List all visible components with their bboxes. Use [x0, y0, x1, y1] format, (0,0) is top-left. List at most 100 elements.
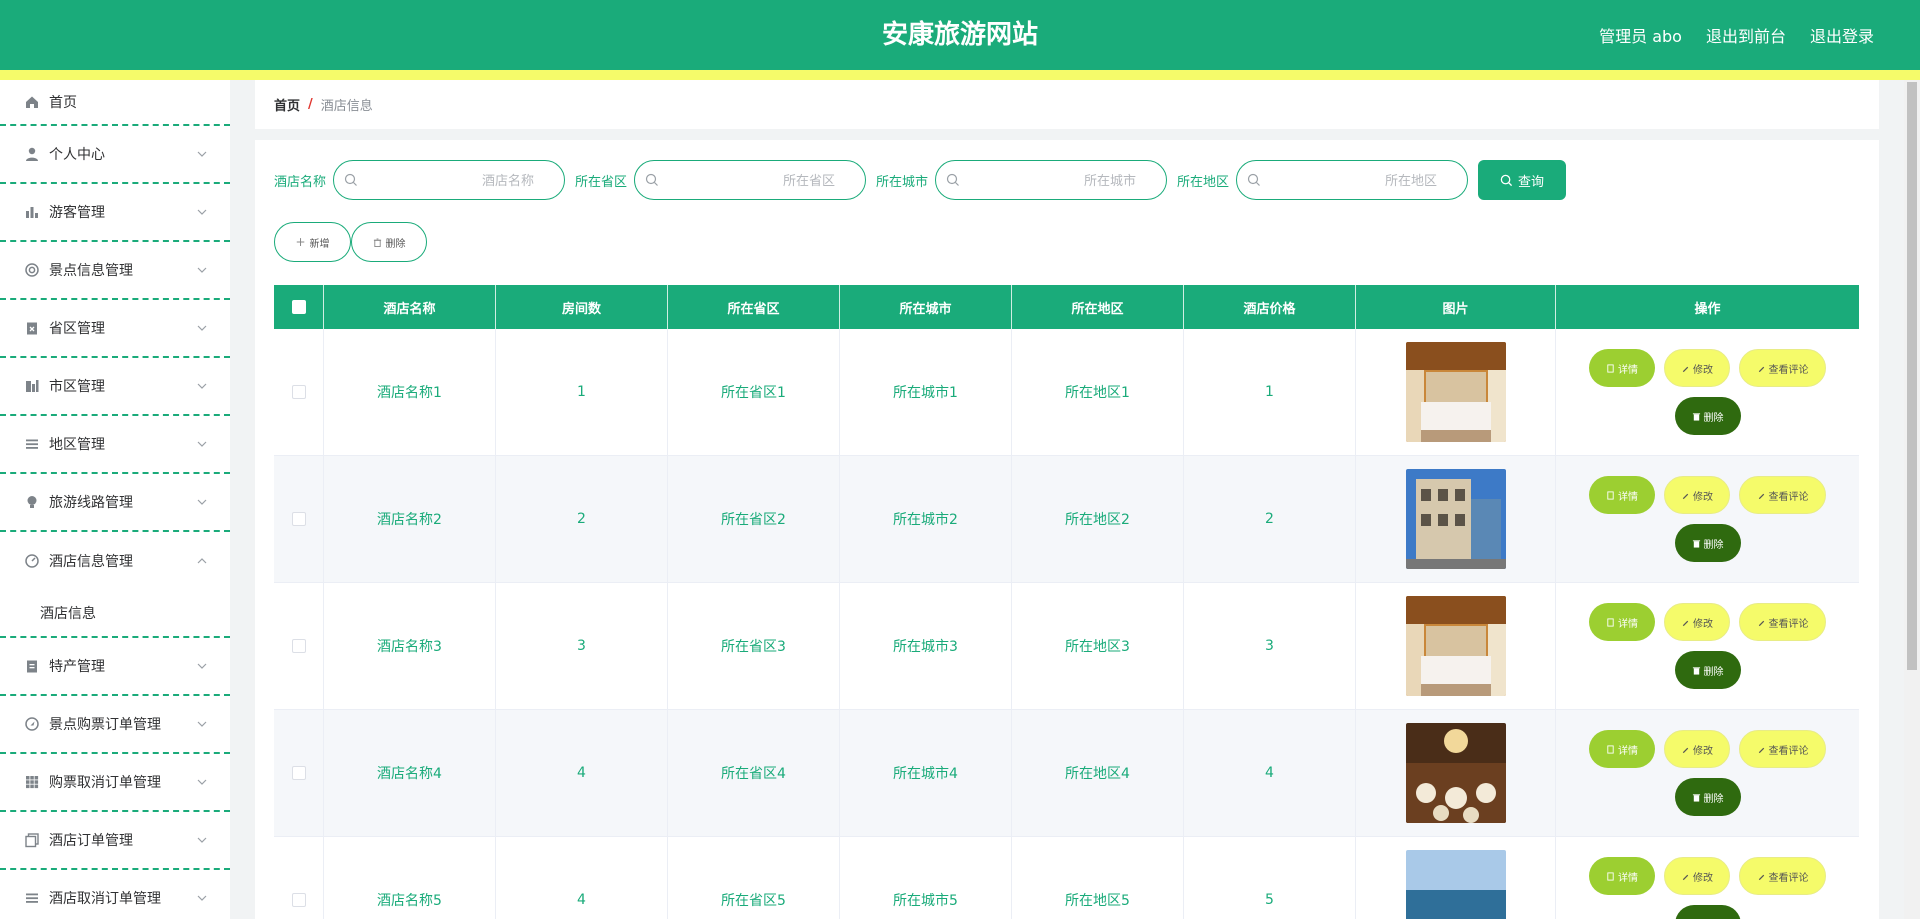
sidebar-item-home[interactable]: 首页 — [0, 80, 230, 126]
sidebar-subitem-hotel-info[interactable]: 酒店信息 — [0, 590, 230, 638]
select-all-checkbox[interactable] — [291, 300, 306, 314]
view-reviews-button[interactable]: 查看评论 — [1739, 349, 1826, 387]
sidebar-item-hotel[interactable]: 酒店信息管理 — [0, 532, 230, 590]
logout-link[interactable]: 退出登录 — [1810, 23, 1874, 47]
view-reviews-button[interactable]: 查看评论 — [1739, 857, 1826, 895]
view-reviews-button[interactable]: 查看评论 — [1739, 603, 1826, 641]
query-button[interactable]: 查询 — [1478, 160, 1567, 200]
city-cell: 所在城市2 — [840, 456, 1012, 582]
city-field — [935, 160, 1168, 200]
sidebar-item-scenic[interactable]: 景点信息管理 — [0, 242, 230, 300]
detail-button-label: 详情 — [1618, 364, 1638, 376]
hotel-table: 酒店名称 房间数 所在省区 所在城市 所在地区 酒店价格 图片 操作 酒店名称1… — [274, 285, 1859, 919]
table-row: 酒店名称5 4 所在省区5 所在城市5 所在地区5 5 详情 修改 查看评论 删… — [274, 837, 1859, 919]
hotel-room-photo[interactable] — [1405, 342, 1506, 442]
delete-button[interactable]: 删除 — [1674, 397, 1741, 435]
table-row: 酒店名称4 4 所在省区4 所在城市4 所在地区4 4 详情 修改 查看评论 删… — [274, 710, 1859, 837]
district-input[interactable] — [1261, 172, 1438, 188]
trash-icon — [1692, 793, 1700, 802]
chevron-up-icon — [197, 558, 207, 564]
edit-button-label: 修改 — [1693, 872, 1713, 884]
detail-button[interactable]: 详情 — [1589, 857, 1655, 895]
edit-button-label: 修改 — [1693, 364, 1713, 376]
sidebar-item-province[interactable]: 省区管理 — [0, 300, 230, 358]
sidebar-item-ticket-order[interactable]: 景点购票订单管理 — [0, 696, 230, 754]
menu-icon — [24, 890, 40, 906]
copy-icon — [24, 832, 40, 848]
pencil-icon — [1682, 874, 1689, 880]
add-button[interactable]: + 新增 — [274, 222, 351, 262]
chevron-down-icon — [197, 499, 207, 505]
breadcrumb-home[interactable]: 首页 — [274, 95, 300, 114]
chevron-down-icon — [197, 441, 207, 447]
detail-button[interactable]: 详情 — [1589, 730, 1655, 768]
hotel-seaside-photo[interactable] — [1405, 850, 1506, 919]
sidebar-item-city[interactable]: 市区管理 — [0, 358, 230, 416]
row-select-cell — [274, 583, 324, 709]
hotel-name-field — [333, 160, 566, 200]
sidebar-item-district[interactable]: 地区管理 — [0, 416, 230, 474]
edit-button[interactable]: 修改 — [1664, 603, 1730, 641]
image-cell — [1356, 583, 1556, 709]
sidebar-item-hotel-cancel[interactable]: 酒店取消订单管理 — [0, 870, 230, 919]
sidebar-item-ticket-cancel[interactable]: 购票取消订单管理 — [0, 754, 230, 812]
row-checkbox[interactable] — [291, 766, 306, 780]
hotel-room-photo[interactable] — [1405, 596, 1506, 696]
grid-icon — [24, 774, 40, 790]
scrollbar-thumb[interactable] — [1907, 82, 1917, 670]
clipboard-x-icon — [24, 320, 40, 336]
row-checkbox[interactable] — [291, 639, 306, 653]
edit-button[interactable]: 修改 — [1664, 349, 1730, 387]
row-checkbox[interactable] — [291, 385, 306, 399]
detail-button[interactable]: 详情 — [1589, 476, 1655, 514]
trash-icon — [1692, 666, 1700, 675]
operations-cell: 详情 修改 查看评论 删除 — [1556, 456, 1859, 582]
hotel-banquet-photo[interactable] — [1405, 723, 1506, 823]
edit-button[interactable]: 修改 — [1664, 857, 1730, 895]
sidebar-item-specialty[interactable]: 特产管理 — [0, 638, 230, 696]
sidebar-item-visitor[interactable]: 游客管理 — [0, 184, 230, 242]
row-checkbox[interactable] — [291, 512, 306, 526]
edit-button[interactable]: 修改 — [1664, 476, 1730, 514]
city-cell: 所在城市1 — [840, 329, 1012, 455]
hotel-name-input[interactable] — [358, 172, 535, 188]
delete-button[interactable]: 删除 — [1674, 651, 1741, 689]
batch-delete-button[interactable]: 删除 — [351, 222, 427, 262]
edit-button[interactable]: 修改 — [1664, 730, 1730, 768]
search-icon — [1247, 173, 1260, 186]
admin-user-label[interactable]: 管理员 abo — [1599, 23, 1682, 47]
page-scrollbar[interactable] — [1904, 80, 1920, 919]
sidebar-item-route[interactable]: 旅游线路管理 — [0, 474, 230, 532]
hotel-name-cell: 酒店名称1 — [324, 329, 496, 455]
province-input[interactable] — [659, 172, 836, 188]
delete-button[interactable]: 删除 — [1674, 905, 1741, 919]
sidebar-item-hotel-order[interactable]: 酒店订单管理 — [0, 812, 230, 870]
breadcrumb-current: 酒店信息 — [320, 99, 373, 114]
price-cell: 1 — [1184, 329, 1356, 455]
list-icon — [24, 436, 40, 452]
main-panel: 酒店名称 所在省区 所在城市 所在地区 查询 + 新增 — [255, 140, 1879, 919]
breadcrumb: 首页 / 酒店信息 — [255, 80, 1879, 129]
hotel-exterior-photo[interactable] — [1405, 469, 1506, 569]
delete-button[interactable]: 删除 — [1674, 778, 1741, 816]
sidebar-item-personal-center[interactable]: 个人中心 — [0, 126, 230, 184]
toolbar: + 新增 删除 — [274, 222, 427, 262]
sidebar-item-label: 旅游线路管理 — [49, 495, 133, 511]
row-checkbox[interactable] — [291, 893, 306, 907]
delete-button[interactable]: 删除 — [1674, 524, 1741, 562]
back-to-front-link[interactable]: 退出到前台 — [1706, 23, 1786, 47]
detail-button[interactable]: 详情 — [1589, 349, 1655, 387]
view-reviews-button[interactable]: 查看评论 — [1739, 476, 1826, 514]
sidebar-item-label: 景点信息管理 — [49, 263, 133, 279]
detail-button[interactable]: 详情 — [1589, 603, 1655, 641]
chevron-down-icon — [197, 663, 207, 669]
user-icon — [24, 146, 40, 162]
view-reviews-button[interactable]: 查看评论 — [1739, 730, 1826, 768]
city-input[interactable] — [960, 172, 1137, 188]
pencil-icon — [1758, 874, 1764, 880]
row-select-cell — [274, 837, 324, 919]
sidebar-item-label: 省区管理 — [49, 321, 105, 337]
pencil-icon — [1682, 747, 1689, 753]
column-header: 图片 — [1356, 285, 1556, 329]
sidebar-item-label: 首页 — [49, 95, 77, 111]
